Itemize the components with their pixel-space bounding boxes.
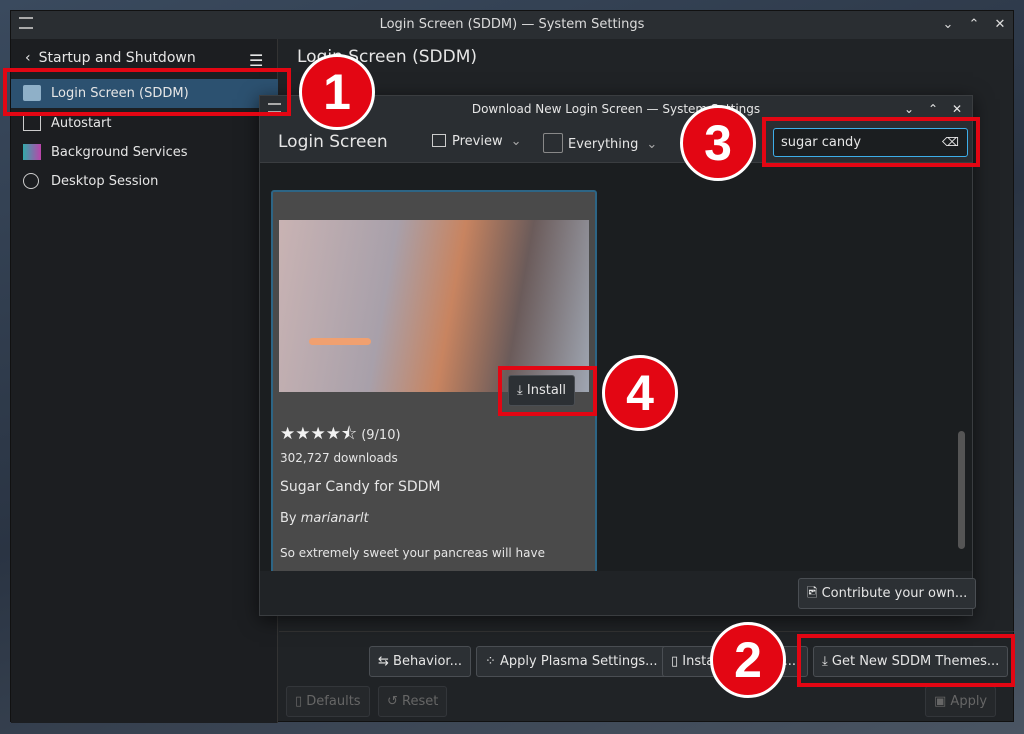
chevron-down-icon: ⌄ — [510, 134, 522, 149]
plasma-icon: ⁘ — [485, 654, 501, 669]
theme-name: Sugar Candy for SDDM — [280, 479, 441, 495]
sidebar: ‹ Startup and Shutdown ☰ Login Screen (SD… — [11, 39, 278, 723]
filter-dropdown[interactable]: Everything ⌄ — [543, 133, 657, 153]
window-menu-icon[interactable] — [19, 17, 33, 29]
sliders-icon: ⇆ — [378, 654, 394, 669]
checkbox-icon — [543, 133, 563, 153]
autostart-icon — [23, 115, 41, 131]
theme-description: So extremely sweet your pancreas will ha… — [280, 546, 545, 560]
annotation-4: 4 — [602, 355, 678, 431]
annotation-box-2 — [797, 634, 1015, 687]
rating: ★★★★⯪ (9/10) — [280, 424, 401, 444]
annotation-1: 1 — [299, 54, 375, 130]
apply-icon: ▣ — [934, 694, 951, 709]
annotation-2: 2 — [710, 622, 786, 698]
sidebar-item-label: Background Services — [51, 145, 188, 160]
file-icon: ▯ — [671, 654, 683, 669]
star-rating-icon: ★★★★⯪ — [280, 424, 358, 444]
sidebar-item-label: Autostart — [51, 116, 112, 131]
sidebar-item-desktop-session[interactable]: Desktop Session — [11, 167, 278, 196]
apply-plasma-settings-button[interactable]: ⁘ Apply Plasma Settings... — [476, 646, 667, 677]
defaults-icon: ▯ — [295, 694, 307, 709]
annotation-box-4 — [498, 366, 597, 416]
preview-login-button — [309, 338, 371, 345]
image-icon — [432, 134, 446, 147]
annotation-box-1 — [3, 68, 291, 116]
annotation-3: 3 — [680, 105, 756, 181]
annotation-box-3 — [762, 117, 980, 167]
preview-dropdown[interactable]: Preview ⌄ — [432, 134, 522, 149]
sidebar-item-label: Desktop Session — [51, 174, 159, 189]
category-title: Startup and Shutdown — [38, 50, 196, 66]
defaults-button[interactable]: ▯ Defaults — [286, 686, 370, 717]
theme-author: By marianarlt — [280, 511, 369, 526]
scrollbar[interactable] — [958, 431, 965, 549]
sidebar-item-background-services[interactable]: Background Services — [11, 138, 278, 167]
maximize-button[interactable]: ⌃ — [963, 11, 985, 39]
minimize-button[interactable]: ⌄ — [937, 11, 959, 39]
apply-button[interactable]: ▣ Apply — [925, 686, 997, 717]
chevron-left-icon: ‹ — [25, 50, 31, 66]
upload-image-icon: 🖻 — [807, 586, 822, 601]
close-button[interactable]: ✕ — [989, 11, 1011, 39]
chevron-down-icon: ⌄ — [646, 137, 658, 152]
contribute-button[interactable]: 🖻 Contribute your own... — [798, 578, 977, 609]
download-dialog: Download New Login Screen — System Setti… — [259, 95, 977, 616]
window-title: Login Screen (SDDM) — System Settings — [379, 17, 645, 32]
divider — [279, 631, 1014, 632]
behavior-button[interactable]: ⇆ Behavior... — [369, 646, 471, 677]
reset-icon: ↺ — [387, 694, 403, 709]
background-services-icon — [23, 144, 41, 160]
title-bar: Login Screen (SDDM) — System Settings ⌄ … — [11, 11, 1013, 39]
desktop-session-icon — [23, 173, 39, 189]
reset-button[interactable]: ↺ Reset — [378, 686, 448, 717]
dialog-heading: Login Screen — [278, 132, 388, 152]
download-count: 302,727 downloads — [280, 451, 398, 465]
